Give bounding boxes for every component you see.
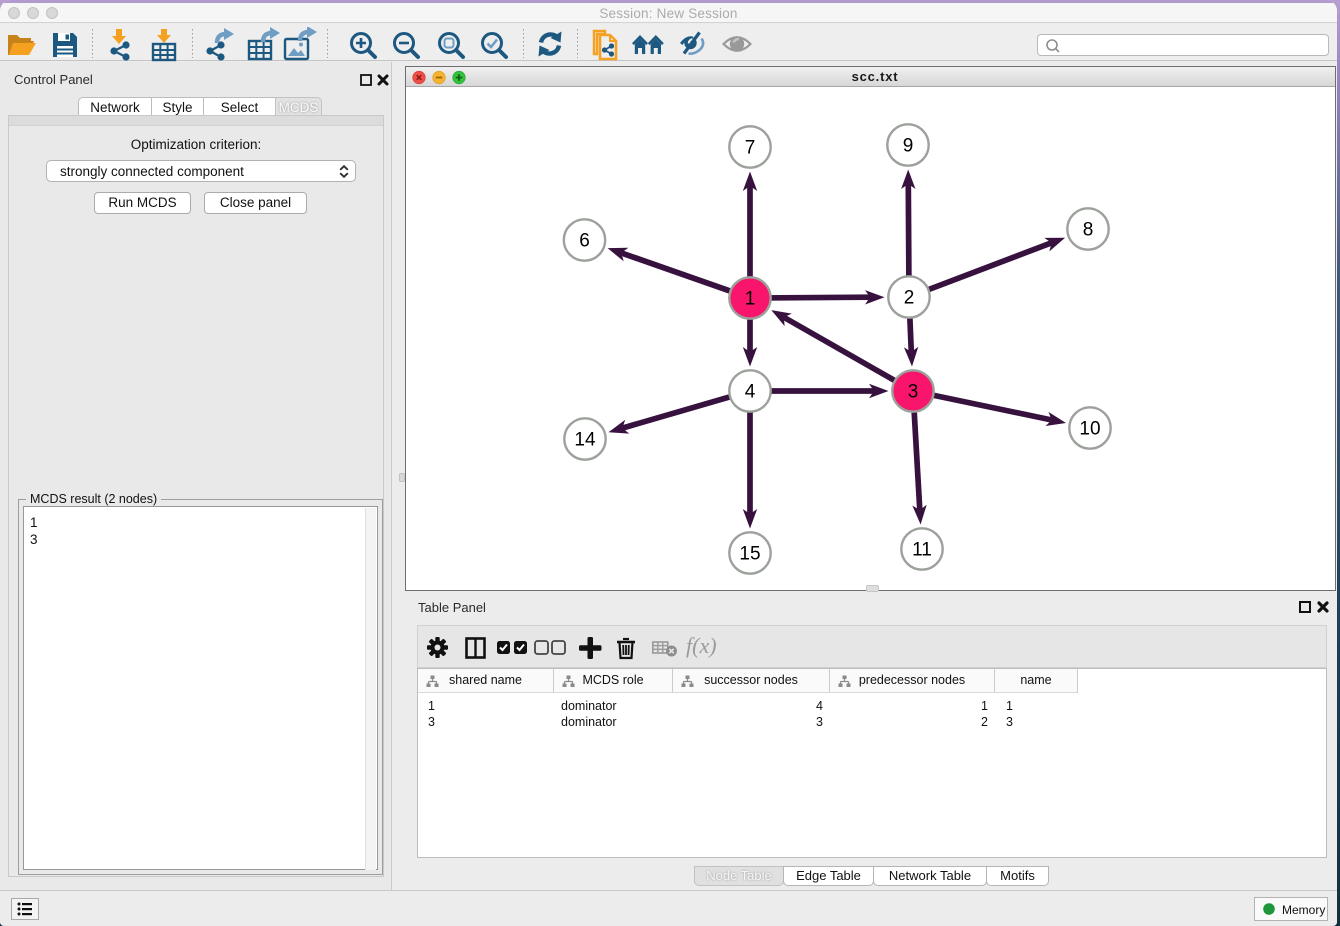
svg-text:10: 10 [1079, 419, 1100, 440]
svg-text:8: 8 [1083, 220, 1094, 241]
svg-text:9: 9 [903, 136, 914, 157]
svg-text:15: 15 [739, 544, 760, 565]
svg-text:1: 1 [745, 289, 756, 310]
svg-text:11: 11 [912, 540, 932, 561]
svg-text:7: 7 [745, 138, 756, 159]
svg-text:6: 6 [579, 231, 590, 252]
svg-text:14: 14 [574, 430, 596, 451]
svg-text:2: 2 [904, 288, 915, 309]
svg-text:3: 3 [908, 382, 919, 403]
svg-text:4: 4 [745, 382, 756, 403]
svg-text:f(x): f(x) [686, 636, 717, 658]
